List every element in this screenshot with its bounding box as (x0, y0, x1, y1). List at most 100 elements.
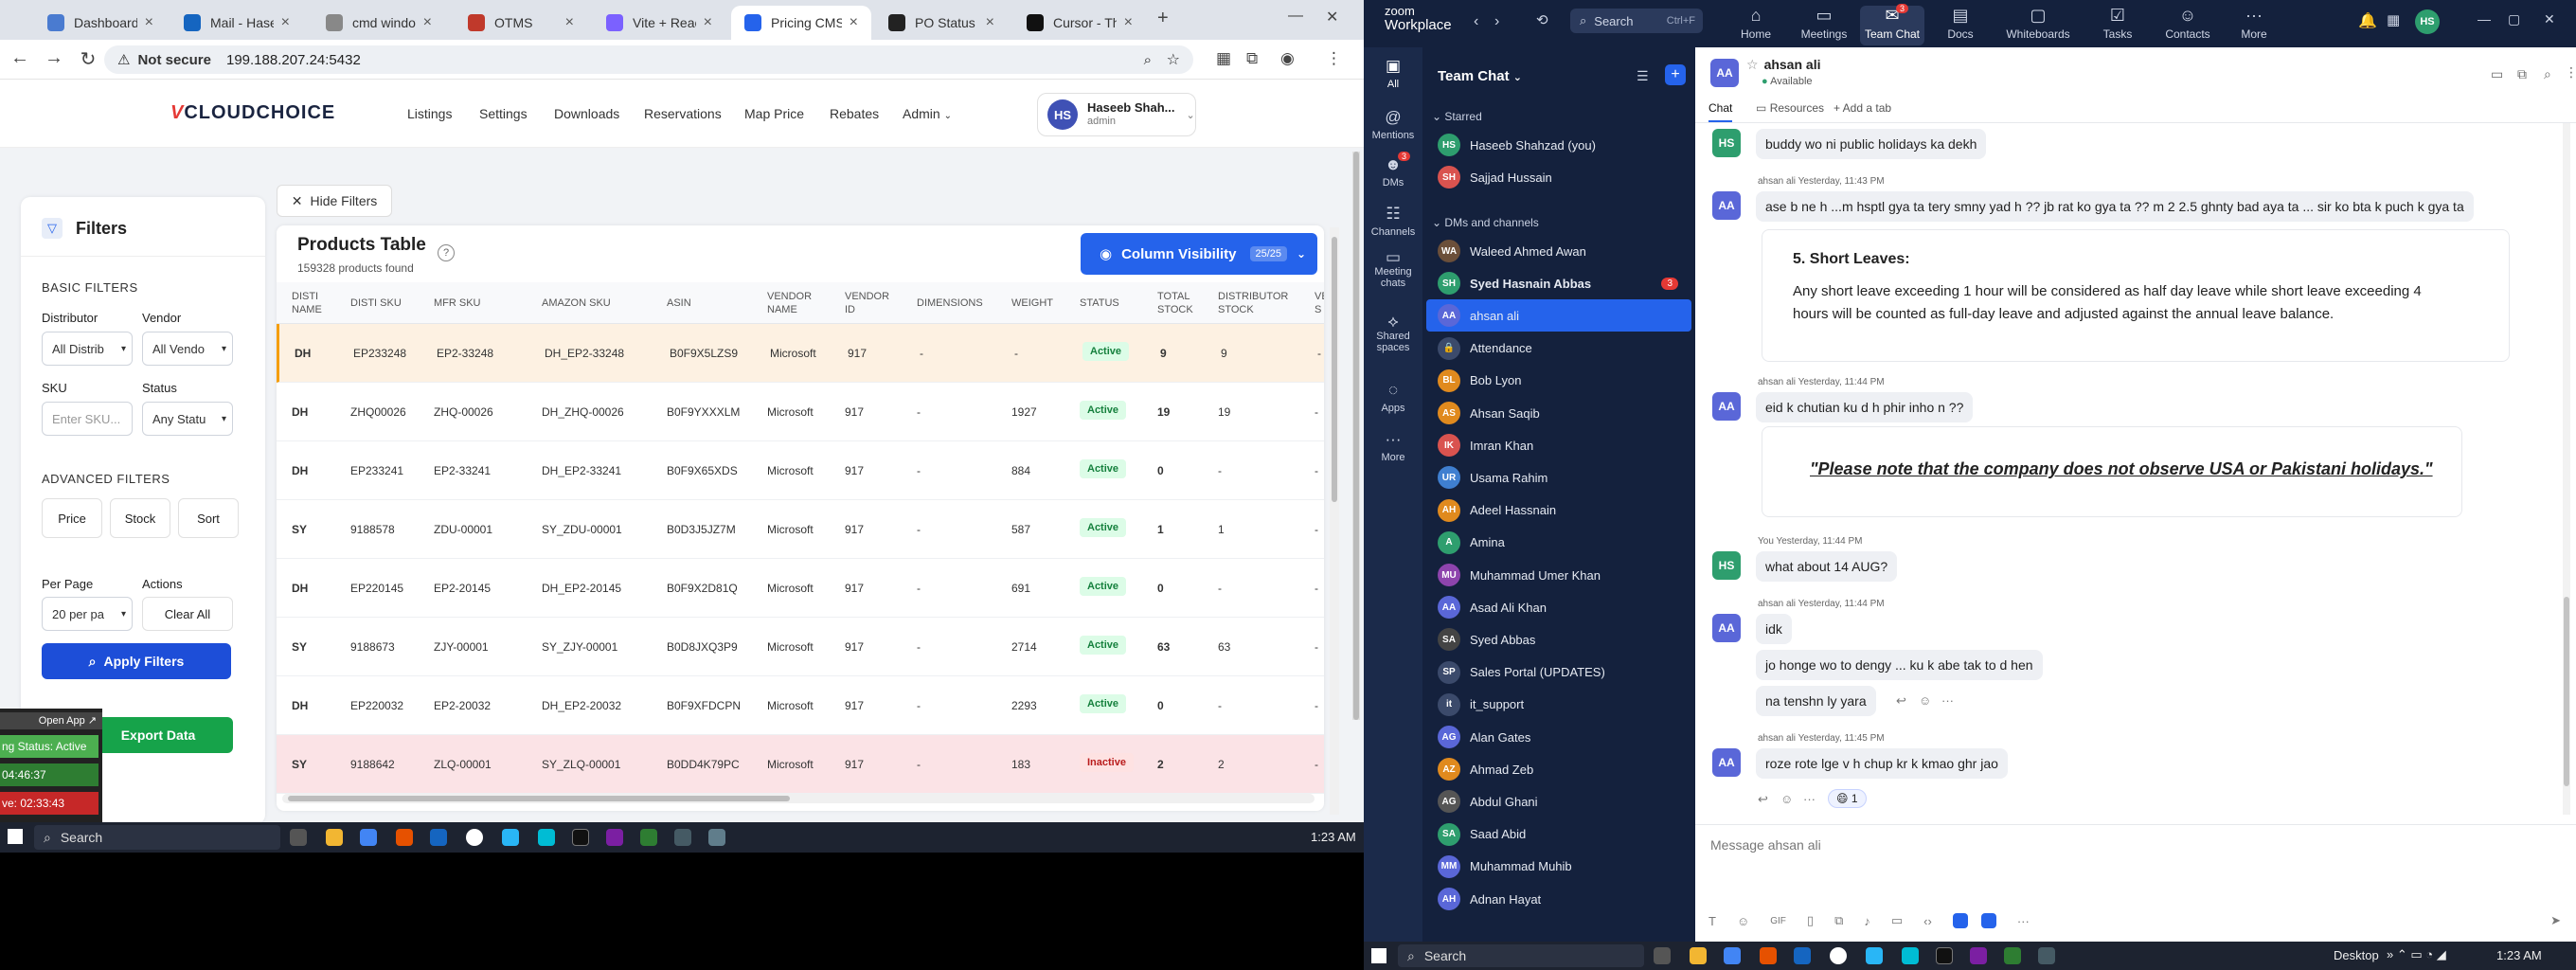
app-icon[interactable] (1952, 913, 1968, 928)
clear-all-button[interactable]: Clear All (142, 597, 233, 631)
app-icon[interactable] (1980, 913, 1996, 928)
table-row[interactable]: SY 9188578 ZDU-00001 SY_ZDU-00001 B0D3J5JZ7M… (277, 500, 1324, 559)
hide-filters-button[interactable]: ✕ Hide Filters (277, 185, 392, 217)
tab-cmd[interactable]: cmd windows× (313, 6, 445, 40)
firefox-icon[interactable] (396, 829, 413, 846)
col-distributor-stock[interactable]: DISTRIBUTOR STOCK (1218, 290, 1294, 316)
app-icon[interactable] (502, 829, 519, 846)
profile-icon[interactable]: ◉ (1280, 49, 1295, 68)
new-chat-button[interactable]: + (1665, 64, 1686, 85)
rail-all[interactable]: ▣ All (1364, 57, 1422, 90)
taskbar-search[interactable]: ⌕ Search (1398, 944, 1644, 967)
vertical-scrollbar[interactable] (1330, 227, 1339, 815)
app-icon[interactable] (466, 829, 483, 846)
close-window-icon[interactable]: ✕ (1326, 8, 1338, 27)
col-amazon-sku[interactable]: AMAZON SKU (542, 296, 611, 310)
close-window-icon[interactable]: ✕ (2544, 11, 2555, 27)
chrome-icon[interactable] (360, 829, 377, 846)
chat-list-item[interactable]: MM Muhammad Muhib (1426, 851, 1691, 883)
sku-input[interactable]: Enter SKU... (42, 402, 133, 436)
close-icon[interactable]: × (423, 14, 432, 31)
scrollbar-thumb[interactable] (1332, 237, 1337, 502)
tab-pricing-cms[interactable]: Pricing CMS × (731, 6, 871, 40)
nav-settings[interactable]: Settings (479, 106, 528, 121)
search-icon[interactable]: ⌕ (2544, 66, 2551, 82)
tab-more[interactable]: ··· More (2222, 6, 2286, 41)
more-icon[interactable]: ··· (1941, 693, 1954, 708)
desktop-label[interactable]: Desktop (2334, 948, 2379, 962)
col-vendor-name[interactable]: VENDOR NAME (767, 290, 824, 316)
back-icon[interactable]: ‹ (1474, 13, 1478, 30)
col-asin[interactable]: ASIN (667, 296, 691, 310)
calendar-icon[interactable]: ▦ (2387, 11, 2400, 28)
price-button[interactable]: Price (42, 498, 102, 538)
excel-icon[interactable] (2004, 947, 2021, 964)
chat-list-item[interactable]: AG Abdul Ghani (1426, 785, 1691, 817)
chat-list-item[interactable]: AH Adeel Hassnain (1426, 494, 1691, 527)
tab-home[interactable]: ⌂ Home (1724, 6, 1788, 41)
filter-icon[interactable]: ☰ (1637, 68, 1649, 84)
scrollbar-thumb[interactable] (2564, 597, 2569, 786)
close-icon[interactable]: × (145, 14, 153, 31)
back-icon[interactable]: ← (8, 47, 32, 69)
scrollbar-thumb[interactable] (1353, 152, 1359, 720)
app-icon[interactable] (1866, 947, 1883, 964)
taskbar-clock[interactable]: 1:23 AM (2496, 948, 2542, 962)
table-row[interactable]: DH EP220145 EP2-20145 DH_EP2-20145 B0F9X2D81… (277, 559, 1324, 618)
menu-icon[interactable]: ⋮ (1326, 49, 1342, 68)
status-select[interactable]: Any Statu ▾ (142, 402, 233, 436)
chat-list-item[interactable]: AH Adnan Hayat (1426, 883, 1691, 915)
nav-rebates[interactable]: Rebates (830, 106, 879, 121)
close-icon[interactable]: × (565, 14, 574, 31)
windows-start-icon[interactable] (1371, 948, 1386, 963)
minimize-icon[interactable]: — (2478, 11, 2491, 27)
page-scrollbar[interactable] (1352, 152, 1360, 720)
reaction-chip[interactable]: 😄 1 (1828, 789, 1867, 808)
maximize-icon[interactable]: ▢ (2508, 11, 2520, 27)
app-icon[interactable] (538, 829, 555, 846)
col-status[interactable]: STATUS (1080, 296, 1119, 310)
emoji-icon[interactable]: ☺ (1737, 914, 1749, 928)
chat-list-item[interactable]: A Amina (1426, 527, 1691, 559)
forward-icon[interactable]: › (1494, 13, 1499, 30)
close-icon[interactable]: × (281, 14, 290, 31)
puzzle-icon[interactable]: ⧉ (1246, 49, 1258, 68)
rail-more[interactable]: ··· More (1364, 430, 1422, 463)
chat-list-item[interactable]: MU Muhammad Umer Khan (1426, 559, 1691, 591)
more-icon[interactable]: ··· (2017, 914, 2030, 928)
col-disti-sku[interactable]: DISTI SKU (350, 296, 402, 310)
column-visibility-button[interactable]: ◉ Column Visibility 25/25 ⌄ (1081, 233, 1317, 275)
table-row[interactable]: DH ZHQ00026 ZHQ-00026 DH_ZHQ-00026 B0F9YXXXL… (277, 383, 1324, 441)
firefox-icon[interactable] (1760, 947, 1777, 964)
logo[interactable]: VCLOUDCHOICE (170, 102, 335, 124)
message[interactable]: roze rote lge v h chup kr k kmao ghr jao (1756, 748, 2008, 779)
app-icon[interactable] (708, 829, 725, 846)
app-icon[interactable] (2038, 947, 2055, 964)
col-dimensions[interactable]: DIMENSIONS (917, 296, 983, 310)
chat-list-item[interactable]: SP Sales Portal (UPDATES) (1426, 656, 1691, 689)
new-tab-button[interactable]: + (1157, 8, 1169, 29)
nav-map-price[interactable]: Map Price (744, 106, 804, 121)
message[interactable]: buddy wo ni public holidays ka dekh (1756, 129, 1987, 159)
zoom-search[interactable]: ⌕ Search Ctrl+F (1570, 9, 1703, 33)
app-icon[interactable] (1830, 947, 1847, 964)
chat-list-item[interactable]: BL Bob Lyon (1426, 365, 1691, 397)
rail-apps[interactable]: ◌ Apps (1364, 381, 1422, 414)
team-chat-title[interactable]: Team Chat ⌄ (1438, 68, 1522, 84)
starred-heading[interactable]: ⌄ Starred (1432, 110, 1482, 123)
message[interactable]: eid k chutian ku d h phir inho n ?? (1756, 392, 1974, 422)
message[interactable]: idk (1756, 614, 1792, 644)
chat-list-item[interactable]: SH Sajjad Hussain (1426, 161, 1691, 193)
chat-list-item[interactable]: IK Imran Khan (1426, 429, 1691, 461)
tray-icons[interactable]: » ⌃ ▭ ◔ ◢ (2387, 947, 2446, 962)
video-message-icon[interactable]: ▭ (1891, 913, 1903, 928)
onenote-icon[interactable] (606, 829, 623, 846)
task-view-icon[interactable] (1654, 947, 1671, 964)
close-icon[interactable]: × (986, 14, 994, 31)
reply-icon[interactable]: ↩ (1896, 693, 1906, 709)
code-icon[interactable]: ‹› (1923, 914, 1932, 928)
onenote-icon[interactable] (1970, 947, 1987, 964)
file-explorer-icon[interactable] (326, 829, 343, 846)
url-text[interactable]: 199.188.207.24:5432 (226, 52, 361, 68)
table-row[interactable]: SY 9188673 ZJY-00001 SY_ZJY-00001 B0D8JXQ3P9… (277, 618, 1324, 676)
